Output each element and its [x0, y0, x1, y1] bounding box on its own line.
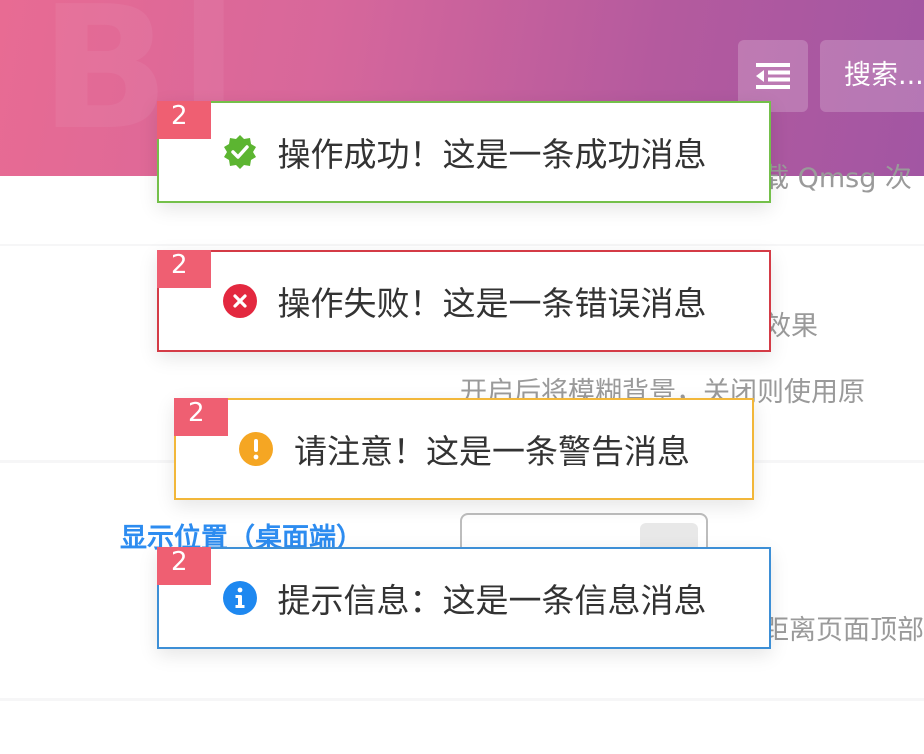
toast-count-badge: 2 — [157, 250, 211, 288]
close-circle-icon — [222, 284, 257, 318]
toast-count-badge: 2 — [157, 101, 211, 139]
setting-desc: 载 Qmsg 次 — [762, 163, 912, 194]
toast-warning[interactable]: 2 请注意！这是一条警告消息 — [174, 398, 754, 500]
toast-message: 请注意！这是一条警告消息 — [294, 432, 690, 471]
toast-message: 操作失败！这是一条错误消息 — [277, 284, 707, 323]
menu-collapse-icon — [756, 63, 790, 89]
toast-count-badge: 2 — [174, 398, 228, 436]
exclamation-circle-icon — [239, 432, 273, 466]
toast-success[interactable]: 2 操作成功！这是一条成功消息 — [157, 101, 771, 203]
setting-desc: 距离页面顶部 — [762, 615, 924, 646]
settings-row — [0, 701, 924, 754]
toast-count-badge: 2 — [157, 547, 211, 585]
toast-info[interactable]: 2 提示信息：这是一条信息消息 — [157, 547, 771, 649]
toast-error[interactable]: 2 操作失败！这是一条错误消息 — [157, 250, 771, 352]
toast-message: 操作成功！这是一条成功消息 — [277, 135, 707, 174]
info-circle-icon — [222, 581, 257, 615]
check-badge-icon — [223, 135, 256, 169]
setting-label: 效果 — [764, 311, 818, 342]
search-button[interactable]: 搜索... — [820, 40, 924, 112]
toast-message: 提示信息：这是一条信息消息 — [277, 581, 707, 620]
